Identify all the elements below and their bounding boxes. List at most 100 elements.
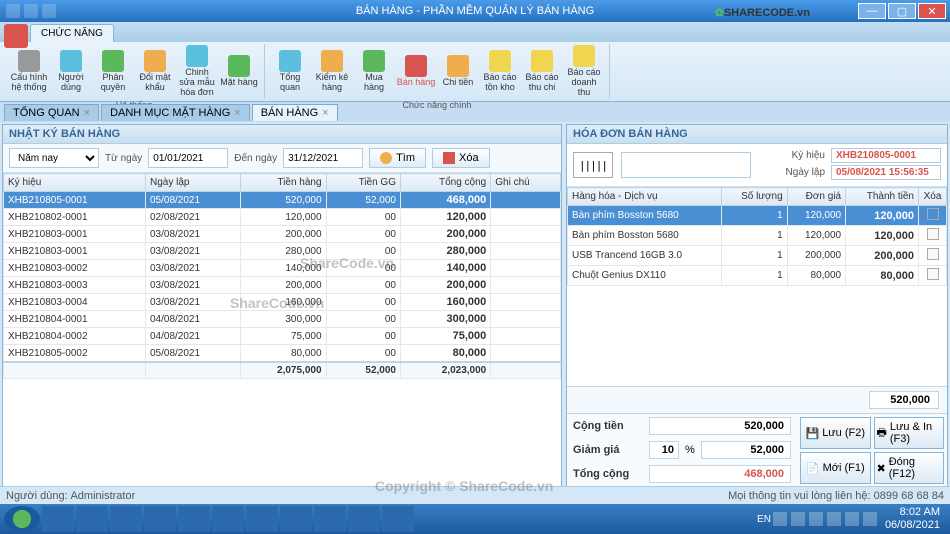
title-bar: BÁN HÀNG - PHẦN MỀM QUẢN LÝ BÁN HÀNG ✿SH… [0, 0, 950, 22]
start-button[interactable] [4, 506, 40, 532]
save-icon: 💾 [805, 427, 819, 440]
taskbar-item[interactable] [280, 506, 312, 532]
col-tienhang[interactable]: Tiền hàng [240, 174, 326, 192]
lang-indicator[interactable]: EN [757, 514, 771, 525]
invoice-panel: HÓA ĐƠN BÁN HÀNG Ký hiệuXHB210805-0001 N… [566, 124, 948, 488]
col-thanhtien[interactable]: Thành tiền [846, 188, 919, 206]
app-icon[interactable] [4, 24, 28, 48]
col-dongia[interactable]: Đơn giá [787, 188, 845, 206]
taskbar-item[interactable] [246, 506, 278, 532]
table-row[interactable]: USB Trancend 16GB 3.01200,000200,000 [568, 246, 947, 266]
tray-icon[interactable] [791, 512, 805, 526]
title-icon-3[interactable] [42, 4, 56, 18]
table-row[interactable]: XHB210804-000204/08/202175,0000075,000 [4, 328, 561, 345]
col-hanghoa[interactable]: Hàng hóa - Dịch vụ [568, 188, 722, 206]
table-row[interactable]: XHB210803-000203/08/2021140,00000140,000 [4, 260, 561, 277]
col-tongcong[interactable]: Tổng cộng [400, 174, 490, 192]
col-ghichu[interactable]: Ghi chú [491, 174, 561, 192]
delete-line-icon[interactable] [927, 268, 939, 280]
delete-line-icon[interactable] [927, 228, 939, 240]
table-row[interactable]: XHB210805-000105/08/2021520,00052,000468… [4, 192, 561, 209]
ribbon-mathang[interactable]: Mặt hàng [218, 44, 260, 99]
table-row[interactable]: Chuột Genius DX110180,00080,000 [568, 266, 947, 286]
search-button[interactable]: Tìm [369, 148, 426, 168]
table-row[interactable]: Bàn phím Bosston 56801120,000120,000 [568, 226, 947, 246]
ribbon-chinhsua[interactable]: Chinh sửa mẫu hóa đơn [176, 44, 218, 99]
giamgia-pct-input[interactable]: 10 [649, 441, 679, 459]
search-icon [380, 152, 392, 164]
ribbon-doimk[interactable]: Đổi mật khẩu [134, 44, 176, 99]
tray-icon[interactable] [773, 512, 787, 526]
invoice-lines-grid[interactable]: Hàng hóa - Dịch vụ Số lượng Đơn giá Thàn… [567, 187, 947, 386]
close-icon[interactable]: × [234, 107, 240, 119]
taskbar-item[interactable] [212, 506, 244, 532]
taskbar-item[interactable] [144, 506, 176, 532]
table-row[interactable]: XHB210802-000102/08/2021120,00000120,000 [4, 209, 561, 226]
table-row[interactable]: XHB210804-000104/08/2021300,00000300,000 [4, 311, 561, 328]
title-icon-1[interactable] [6, 4, 20, 18]
taskbar-item[interactable] [110, 506, 142, 532]
ribbon-tongquan[interactable]: Tổng quan [269, 44, 311, 99]
doc-tab-banhang[interactable]: BÁN HÀNG× [252, 104, 338, 121]
table-row[interactable]: XHB210803-000103/08/2021200,00000200,000 [4, 226, 561, 243]
maximize-button[interactable]: ▢ [888, 3, 916, 19]
doc-tab-danhmuc[interactable]: DANH MỤC MẶT HÀNG× [101, 104, 250, 121]
save-button[interactable]: 💾Lưu (F2) [800, 417, 871, 449]
tray-icon[interactable] [827, 512, 841, 526]
to-date-input[interactable] [283, 148, 363, 168]
ribbon-kiemke[interactable]: Kiểm kê hàng [311, 44, 353, 99]
from-label: Từ ngày [105, 153, 142, 164]
taskbar-item[interactable] [42, 506, 74, 532]
delete-line-icon[interactable] [927, 248, 939, 260]
tray-icon[interactable] [845, 512, 859, 526]
delete-line-icon[interactable] [927, 208, 939, 220]
ribbon-nguoidung[interactable]: Người dùng [50, 44, 92, 99]
from-date-input[interactable] [148, 148, 228, 168]
ribbon-doanhthu[interactable]: Báo cáo doanh thu [563, 44, 605, 99]
title-icon-2[interactable] [24, 4, 38, 18]
dashboard-icon [279, 50, 301, 72]
ribbon-tonkho[interactable]: Báo cáo tồn kho [479, 44, 521, 99]
ribbon-chitien[interactable]: Chi tiền [437, 44, 479, 99]
delete-button[interactable]: Xóa [432, 148, 490, 168]
minimize-button[interactable]: — [858, 3, 886, 19]
ribbon-thuchi[interactable]: Báo cáo thu chi [521, 44, 563, 99]
ribbon-tabs: CHỨC NĂNG [0, 22, 950, 42]
col-xoa[interactable]: Xóa [919, 188, 947, 206]
table-row[interactable]: XHB210803-000403/08/2021160,00000160,000 [4, 294, 561, 311]
save-print-button[interactable]: 🖶Lưu & In (F3) [874, 417, 945, 449]
clock[interactable]: 8:02 AM 06/08/2021 [879, 506, 946, 532]
taskbar-item[interactable] [382, 506, 414, 532]
edit-icon [186, 45, 208, 67]
period-select[interactable]: Năm nay [9, 148, 99, 168]
lock-icon [144, 50, 166, 72]
table-row[interactable]: XHB210803-000103/08/2021280,00000280,000 [4, 243, 561, 260]
ribbon-muahang[interactable]: Mua hàng [353, 44, 395, 99]
close-icon[interactable]: × [322, 107, 328, 119]
taskbar-item[interactable] [76, 506, 108, 532]
tray-icon[interactable] [809, 512, 823, 526]
table-row[interactable]: Bàn phím Bosston 56801120,000120,000 [568, 206, 947, 226]
taskbar-item[interactable] [178, 506, 210, 532]
new-button[interactable]: 📄Mới (F1) [800, 452, 871, 484]
ribbon-banhang[interactable]: Bán hàng [395, 44, 437, 99]
col-kyhieu[interactable]: Ký hiệu [4, 174, 146, 192]
ribbon-phanquyen[interactable]: Phân quyền [92, 44, 134, 99]
ribbon-cauhinh[interactable]: Cấu hình hệ thống [8, 44, 50, 99]
ribbon-tab-chucnang[interactable]: CHỨC NĂNG [30, 24, 114, 42]
col-tiengg[interactable]: Tiền GG [326, 174, 400, 192]
table-row[interactable]: XHB210805-000205/08/202180,0000080,000 [4, 345, 561, 363]
close-icon[interactable]: × [84, 107, 90, 119]
doc-tab-tongquan[interactable]: TỔNG QUAN× [4, 104, 99, 121]
col-soluong[interactable]: Số lượng [722, 188, 788, 206]
close-button[interactable]: ✕ [918, 3, 946, 19]
cart-icon [363, 50, 385, 72]
tray-icon[interactable] [863, 512, 877, 526]
taskbar-item[interactable] [348, 506, 380, 532]
taskbar-item[interactable] [314, 506, 346, 532]
col-ngaylap[interactable]: Ngày lập [145, 174, 240, 192]
sales-log-grid[interactable]: Ký hiệu Ngày lập Tiền hàng Tiền GG Tổng … [3, 173, 561, 487]
barcode-input[interactable] [621, 152, 751, 178]
table-row[interactable]: XHB210803-000303/08/2021200,00000200,000 [4, 277, 561, 294]
close-invoice-button[interactable]: ✖Đóng (F12) [874, 452, 945, 484]
